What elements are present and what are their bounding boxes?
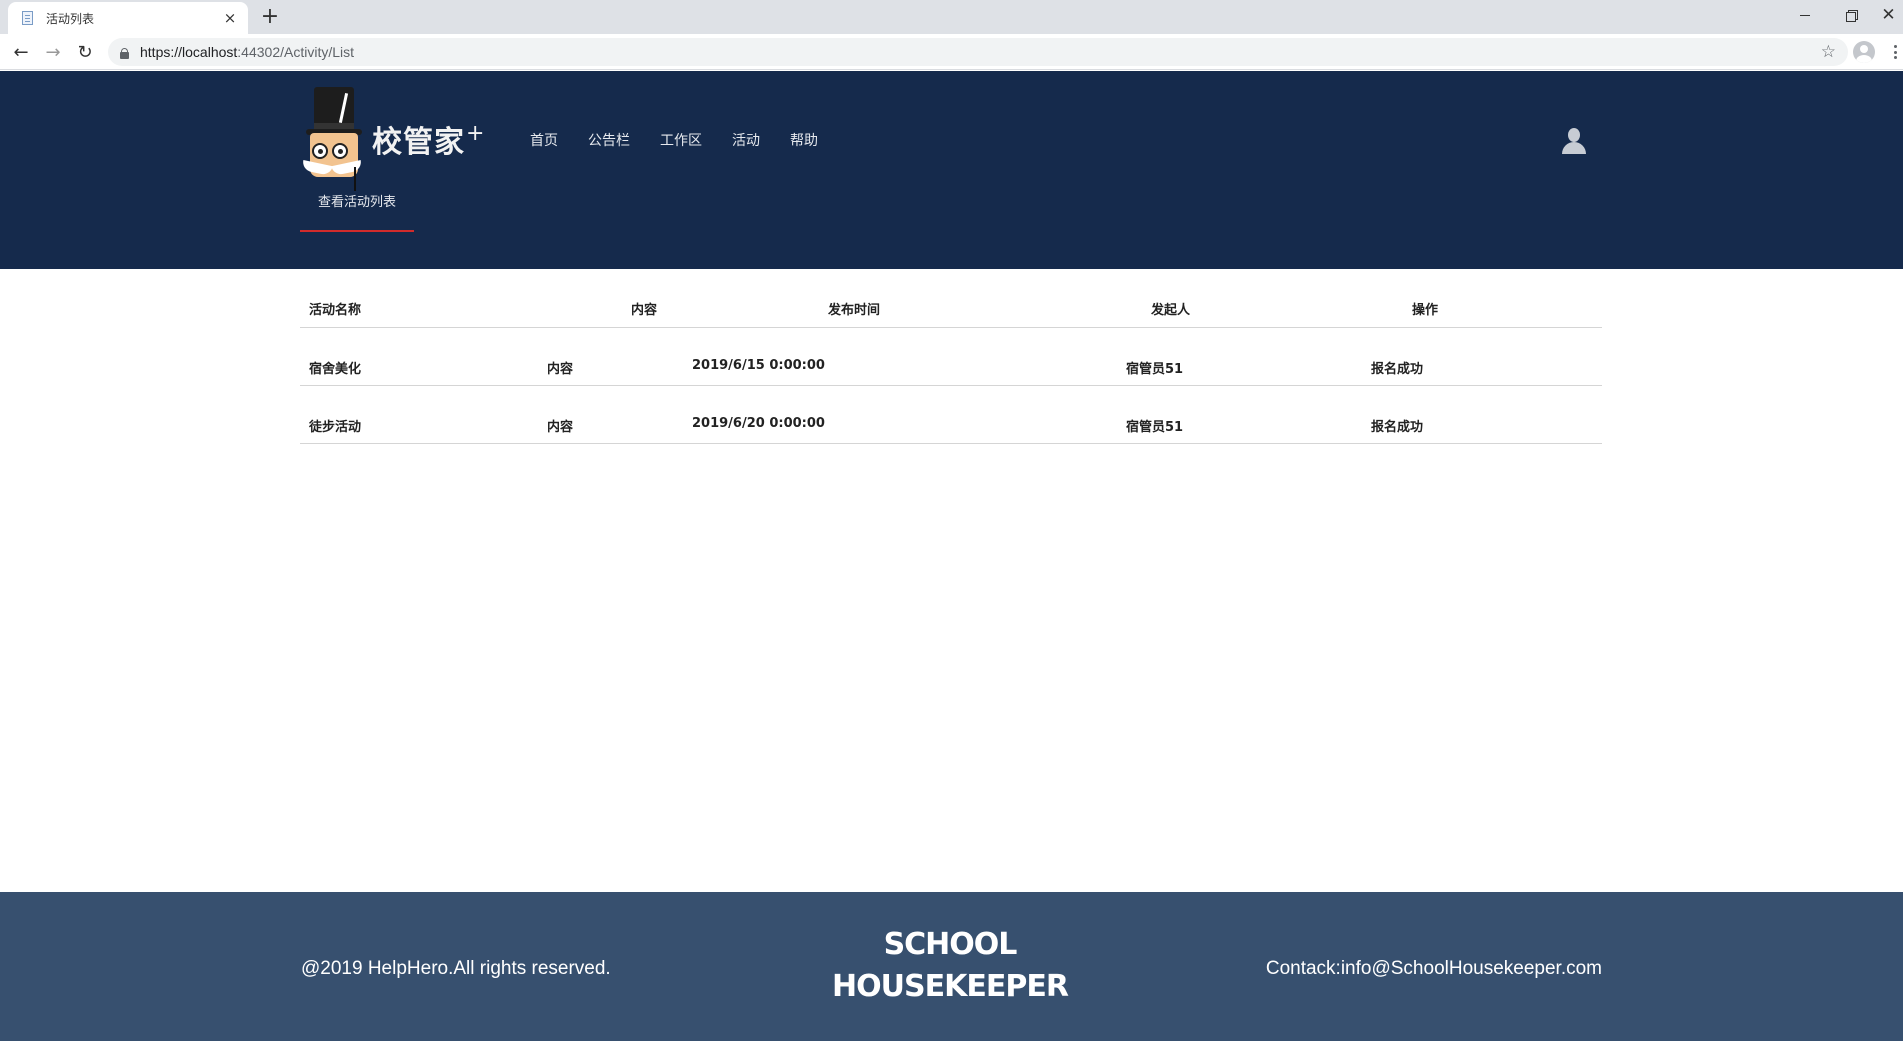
address-bar[interactable]: https://localhost:44302/Activity/List ☆ bbox=[108, 38, 1848, 66]
browser-tabstrip: 活动列表 × + ✕ bbox=[0, 0, 1903, 34]
nav-activity[interactable]: 活动 bbox=[732, 130, 760, 150]
browser-profile-icon[interactable] bbox=[1853, 41, 1875, 63]
cell-initiator: 宿管员51 bbox=[1126, 420, 1184, 435]
tab-view-activity-list[interactable]: 查看活动列表 bbox=[300, 191, 414, 232]
window-close-button[interactable]: ✕ bbox=[1874, 0, 1903, 30]
logo-text: 校管家+ bbox=[372, 117, 485, 161]
new-tab-button[interactable]: + bbox=[256, 4, 284, 32]
nav-workspace[interactable]: 工作区 bbox=[660, 130, 702, 150]
logo-plus: + bbox=[466, 121, 486, 146]
site-logo[interactable]: 校管家+ bbox=[298, 83, 498, 193]
main-nav: 首页 公告栏 工作区 活动 帮助 bbox=[530, 130, 848, 150]
cell-initiator: 宿管员51 bbox=[1126, 362, 1184, 377]
footer-copyright: @2019 HelpHero.All rights reserved. bbox=[301, 958, 611, 979]
header-activity-name: 活动名称 bbox=[309, 303, 362, 318]
browser-menu-icon[interactable] bbox=[1892, 42, 1898, 62]
table-row: 宿舍美化 内容 2019/6/15 0:00:00 宿管员51 报名成功 bbox=[300, 328, 1602, 386]
browser-tab[interactable]: 活动列表 × bbox=[8, 2, 248, 34]
cell-content-link[interactable]: 内容 bbox=[547, 358, 573, 377]
forward-arrow-icon[interactable]: → bbox=[39, 38, 67, 66]
window-restore-button[interactable] bbox=[1828, 0, 1874, 30]
header-content: 内容 bbox=[631, 303, 658, 318]
url-host: https://localhost bbox=[140, 44, 238, 60]
bookmark-star-icon[interactable]: ☆ bbox=[1821, 42, 1836, 62]
cell-publish-time: 2019/6/20 0:00:00 bbox=[692, 416, 825, 431]
cell-operation-status[interactable]: 报名成功 bbox=[1371, 416, 1423, 435]
header-publish-time: 发布时间 bbox=[828, 303, 881, 318]
tab-close-icon[interactable]: × bbox=[222, 10, 238, 26]
footer-contact[interactable]: Contack:info@SchoolHousekeeper.com bbox=[1266, 958, 1602, 980]
footer-brand-logo: SCHOOL HOUSEKEEPER bbox=[830, 924, 1070, 1008]
tab-title: 活动列表 bbox=[46, 11, 95, 26]
footer-brand-line2: HOUSEKEEPER bbox=[832, 969, 1069, 1004]
user-icon[interactable] bbox=[1561, 128, 1587, 155]
window-minimize-button[interactable] bbox=[1782, 0, 1828, 30]
cell-activity-name: 徒步活动 bbox=[309, 420, 362, 435]
page-favicon-icon bbox=[20, 10, 36, 26]
header-operation: 操作 bbox=[1412, 303, 1439, 318]
header-initiator: 发起人 bbox=[1151, 303, 1191, 318]
minimize-icon bbox=[1800, 14, 1810, 16]
cell-operation-status[interactable]: 报名成功 bbox=[1371, 358, 1423, 377]
logo-title: 校管家 bbox=[372, 125, 465, 160]
site-footer: @2019 HelpHero.All rights reserved. SCHO… bbox=[0, 892, 1903, 1041]
cell-activity-name: 宿舍美化 bbox=[309, 362, 362, 377]
url-text: https://localhost:44302/Activity/List bbox=[140, 44, 354, 60]
reload-icon[interactable]: ↻ bbox=[71, 38, 99, 66]
nav-home[interactable]: 首页 bbox=[530, 130, 558, 150]
nav-bulletin[interactable]: 公告栏 bbox=[588, 130, 630, 150]
lock-icon bbox=[120, 47, 129, 59]
activity-table: 活动名称 内容 发布时间 发起人 操作 宿舍美化 内容 2019/6/15 0:… bbox=[300, 270, 1602, 444]
site-header: 校管家+ 首页 公告栏 工作区 活动 帮助 查看活动列表 bbox=[0, 71, 1903, 269]
cell-content-link[interactable]: 内容 bbox=[547, 416, 573, 435]
housekeeper-mascot-icon bbox=[298, 83, 368, 191]
table-header-row: 活动名称 内容 发布时间 发起人 操作 bbox=[300, 270, 1602, 328]
footer-brand-line1: SCHOOL bbox=[883, 927, 1018, 962]
browser-toolbar: ← → ↻ https://localhost:44302/Activity/L… bbox=[0, 34, 1903, 70]
table-row: 徒步活动 内容 2019/6/20 0:00:00 宿管员51 报名成功 bbox=[300, 386, 1602, 444]
cell-publish-time: 2019/6/15 0:00:00 bbox=[692, 358, 825, 373]
restore-icon bbox=[1846, 10, 1858, 22]
nav-help[interactable]: 帮助 bbox=[790, 130, 818, 150]
back-arrow-icon[interactable]: ← bbox=[7, 38, 35, 66]
url-path: :44302/Activity/List bbox=[237, 44, 355, 60]
